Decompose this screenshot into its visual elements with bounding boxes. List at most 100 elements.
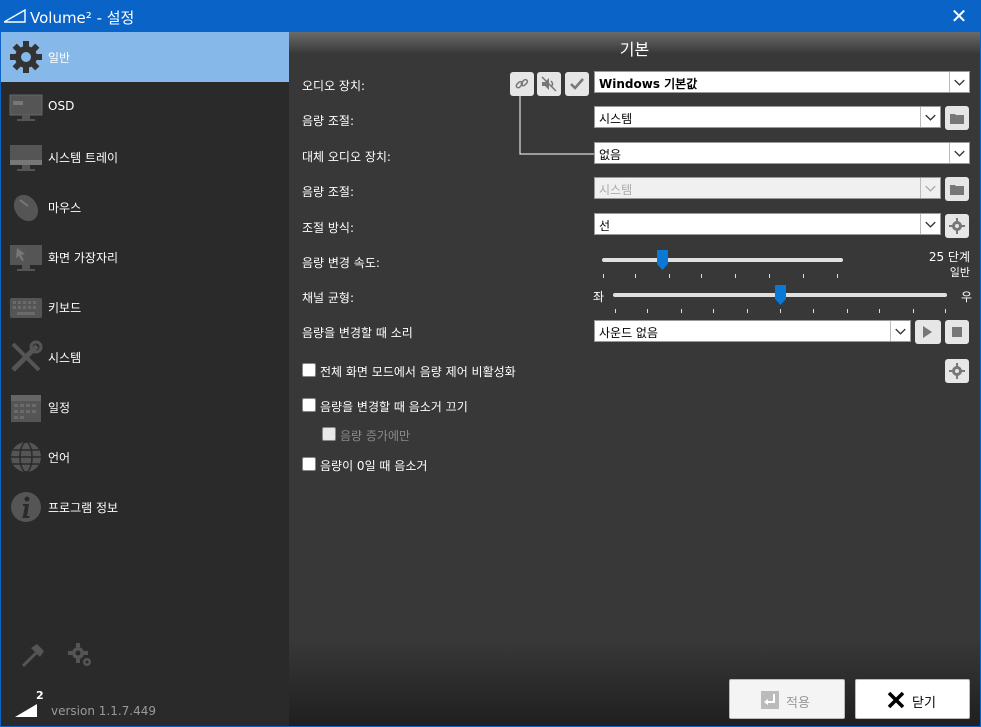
settings-window: Volume² - 설정 ✕ 일반 OSD 시스템 트레이 마우스 화면 가장자… bbox=[0, 0, 981, 727]
hammer-icon[interactable] bbox=[19, 642, 45, 668]
sidebar-item-schedule[interactable]: 일정 bbox=[1, 382, 289, 432]
audio-device-select[interactable]: Windows 기본값 bbox=[594, 71, 970, 93]
link-connector bbox=[519, 94, 594, 155]
change-sound-select[interactable]: 사운드 없음 bbox=[594, 320, 911, 342]
alt-browse-folder-button[interactable] bbox=[945, 177, 969, 201]
main-panel: 기본 오디오 장치: Windows 기본값 음량 조절: 시스템 대체 오디오… bbox=[289, 32, 980, 726]
checkmark-icon bbox=[570, 78, 584, 90]
audio-device-value: Windows 기본값 bbox=[599, 77, 698, 91]
alt-volume-control-value: 시스템 bbox=[599, 183, 633, 197]
control-method-settings-button[interactable] bbox=[945, 214, 969, 238]
volume-speed-subtext: 일반 bbox=[949, 266, 970, 279]
checkbox[interactable] bbox=[302, 457, 316, 471]
confirm-button[interactable] bbox=[565, 72, 589, 96]
close-button[interactable]: 닫기 bbox=[855, 679, 970, 719]
volume-control-value: 시스템 bbox=[599, 112, 633, 126]
control-method-label: 조절 방식: bbox=[302, 221, 355, 235]
channel-balance-thumb[interactable] bbox=[775, 285, 786, 305]
play-sound-button[interactable] bbox=[915, 320, 941, 344]
sidebar-item-label: 마우스 bbox=[48, 201, 82, 215]
play-icon bbox=[923, 326, 932, 338]
checkbox[interactable] bbox=[302, 363, 316, 377]
calendar-icon bbox=[11, 395, 41, 422]
checkbox-label: 음량을 변경할 때 음소거 끄기 bbox=[320, 400, 468, 414]
control-method-select[interactable]: 선 bbox=[594, 213, 941, 235]
chevron-down-icon bbox=[949, 143, 965, 163]
sidebar: 일반 OSD 시스템 트레이 마우스 화면 가장자리 키보드 시스템 일정 언어… bbox=[1, 32, 289, 726]
folder-icon bbox=[950, 185, 964, 195]
alt-audio-device-label: 대체 오디오 장치: bbox=[302, 150, 391, 164]
sidebar-item-label: 화면 가장자리 bbox=[48, 251, 119, 265]
browse-folder-button[interactable] bbox=[945, 106, 969, 130]
alt-volume-control-select[interactable]: 시스템 bbox=[594, 177, 941, 199]
balance-right-label: 우 bbox=[961, 290, 973, 304]
info-icon bbox=[11, 492, 41, 522]
window-title: Volume² - 설정 bbox=[30, 9, 135, 27]
apply-label: 적용 bbox=[786, 696, 810, 711]
sidebar-item-system-tray[interactable]: 시스템 트레이 bbox=[1, 132, 289, 182]
volume-speed-slider[interactable] bbox=[602, 258, 843, 262]
mute-button[interactable] bbox=[537, 72, 561, 96]
sidebar-item-about[interactable]: 프로그램 정보 bbox=[1, 482, 289, 532]
control-method-value: 선 bbox=[599, 219, 611, 233]
channel-balance-label: 채널 균형: bbox=[302, 291, 355, 305]
apply-button[interactable]: 적용 bbox=[729, 679, 845, 719]
sidebar-item-label: 일반 bbox=[48, 51, 71, 65]
sidebar-item-osd[interactable]: OSD bbox=[1, 82, 289, 132]
audio-device-label: 오디오 장치: bbox=[302, 79, 366, 93]
speaker-mute-icon bbox=[541, 76, 557, 92]
sidebar-item-label: 일정 bbox=[48, 401, 71, 415]
sidebar-item-label: 키보드 bbox=[48, 301, 82, 315]
folder-icon bbox=[950, 114, 964, 124]
fullscreen-settings-button[interactable] bbox=[945, 359, 969, 383]
volume-speed-value: 25 단계 bbox=[928, 250, 970, 264]
gear-icon[interactable] bbox=[67, 642, 93, 668]
stop-sound-button[interactable] bbox=[945, 320, 969, 344]
change-sound-label: 음량을 변경할 때 소리 bbox=[302, 326, 413, 340]
keyboard-icon bbox=[10, 298, 42, 318]
apply-icon bbox=[761, 691, 779, 709]
close-x-icon bbox=[887, 691, 905, 709]
title-bar: Volume² - 설정 ✕ bbox=[0, 0, 981, 32]
chevron-down-icon bbox=[920, 214, 936, 234]
chevron-down-icon bbox=[920, 178, 936, 198]
sidebar-item-mouse[interactable]: 마우스 bbox=[1, 182, 289, 232]
close-icon[interactable]: ✕ bbox=[945, 2, 973, 30]
volume-speed-thumb[interactable] bbox=[657, 250, 668, 270]
version-text: version 1.1.7.449 bbox=[51, 704, 157, 718]
chevron-down-icon bbox=[890, 321, 906, 341]
gear-icon bbox=[949, 218, 965, 234]
sidebar-item-system[interactable]: 시스템 bbox=[1, 332, 289, 382]
checkbox-label: 전체 화면 모드에서 음량 제어 비활성화 bbox=[320, 365, 516, 379]
sidebar-item-label: 프로그램 정보 bbox=[48, 501, 119, 515]
sidebar-item-label: 시스템 bbox=[48, 351, 82, 365]
link-button[interactable] bbox=[510, 72, 534, 96]
sidebar-item-screen-edge[interactable]: 화면 가장자리 bbox=[1, 232, 289, 282]
chevron-down-icon bbox=[949, 72, 965, 92]
sidebar-item-label: 시스템 트레이 bbox=[48, 151, 119, 165]
logo-number: 2 bbox=[36, 689, 44, 702]
sidebar-item-language[interactable]: 언어 bbox=[1, 432, 289, 482]
checkbox[interactable] bbox=[322, 427, 336, 441]
volume-speed-label: 음량 변경 속도: bbox=[302, 256, 380, 270]
checkbox-label: 음량이 0일 때 음소거 bbox=[320, 459, 428, 473]
sidebar-item-keyboard[interactable]: 키보드 bbox=[1, 282, 289, 332]
volume-control-label: 음량 조절: bbox=[302, 114, 355, 128]
checkbox[interactable] bbox=[302, 398, 316, 412]
screen-edge-icon bbox=[10, 245, 42, 271]
volume-logo-icon bbox=[4, 9, 26, 23]
checkbox-label: 음량 증가에만 bbox=[340, 429, 411, 443]
alt-volume-control-label: 음량 조절: bbox=[302, 185, 355, 199]
globe-icon bbox=[11, 441, 41, 473]
stop-icon bbox=[952, 327, 962, 337]
sidebar-item-general[interactable]: 일반 bbox=[1, 32, 289, 82]
sidebar-item-label: OSD bbox=[48, 99, 75, 113]
tray-icon bbox=[10, 145, 42, 171]
alt-audio-device-select[interactable]: 없음 bbox=[594, 142, 970, 164]
balance-left-label: 좌 bbox=[593, 290, 605, 304]
close-label: 닫기 bbox=[912, 696, 936, 711]
gear-icon bbox=[949, 363, 965, 379]
page-title: 기본 bbox=[619, 40, 650, 59]
change-sound-value: 사운드 없음 bbox=[599, 326, 659, 340]
volume-control-select[interactable]: 시스템 bbox=[594, 106, 941, 128]
